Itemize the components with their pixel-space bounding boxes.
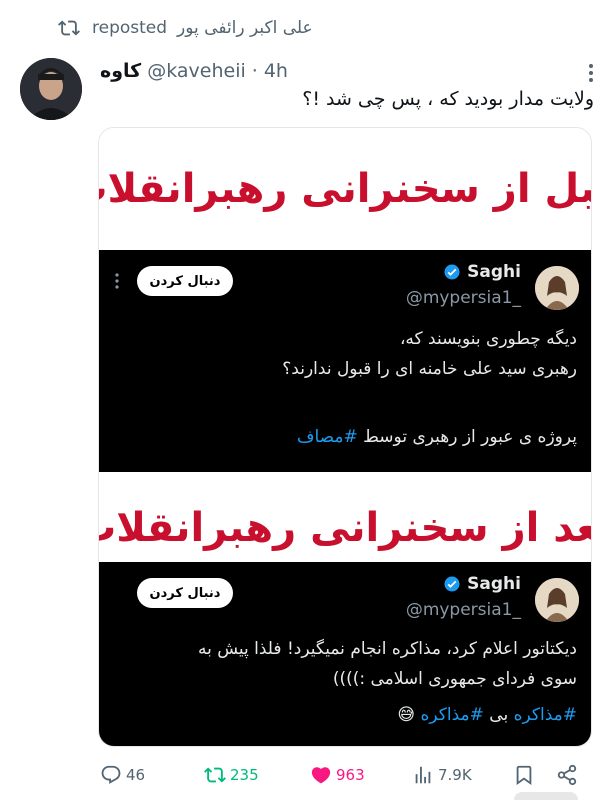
like-count: 963 xyxy=(336,766,365,784)
verified-icon xyxy=(444,264,460,280)
banner-before-text: قبل از سخنرانی رهبرانقلاب xyxy=(99,166,592,212)
repost-button[interactable]: 235 xyxy=(204,764,259,786)
separator: · xyxy=(251,60,258,82)
avatar[interactable] xyxy=(20,58,82,120)
banner-after-text: بعد از سخنرانی رهبرانقلاب xyxy=(98,505,592,551)
views-icon xyxy=(415,766,431,784)
action-bar: 46 235 963 7.9K xyxy=(100,760,586,790)
tweet-text: ولایت مدار بودید که ، پس چی شد !؟ xyxy=(302,88,594,110)
embedded-hashtag-line: #مذاکره بی #مذاکره 😅 xyxy=(397,705,577,725)
embedded-tweet-2: Saghi @mypersia1_ دنبال کردن دیکتاتور اع… xyxy=(99,562,591,746)
repost-label: reposted xyxy=(92,18,168,38)
tweet-media[interactable]: قبل از سخنرانی رهبرانقلاب Saghi @mypersi… xyxy=(98,127,592,747)
scroll-to-top-button[interactable] xyxy=(514,792,578,800)
follow-button: دنبال کردن xyxy=(137,578,233,608)
timestamp[interactable]: 4h xyxy=(264,60,288,82)
embedded-name: Saghi xyxy=(443,574,521,594)
embedded-hashtag-line: پروژه ی عبور از رهبری توسط #مصاف xyxy=(296,427,577,447)
share-button[interactable] xyxy=(556,764,578,786)
reply-count: 46 xyxy=(126,766,146,784)
verified-icon xyxy=(444,576,460,592)
avatar-image xyxy=(20,58,82,120)
embedded-tweet-1: Saghi @mypersia1_ دنبال کردن دیگه چطوری … xyxy=(99,250,591,472)
bookmark-icon xyxy=(516,765,532,786)
bookmark-button[interactable] xyxy=(513,764,535,786)
repost-count: 235 xyxy=(230,766,259,784)
like-button[interactable]: 963 xyxy=(310,764,365,786)
repost-icon xyxy=(204,767,226,783)
banner-before: قبل از سخنرانی رهبرانقلاب xyxy=(99,128,591,250)
reposter-name[interactable]: علی اکبر رائفی پور xyxy=(177,18,313,38)
reply-icon xyxy=(101,765,121,784)
like-icon xyxy=(311,767,331,784)
share-icon xyxy=(557,764,577,786)
embedded-avatar xyxy=(535,266,579,310)
reply-button[interactable]: 46 xyxy=(100,764,145,786)
repost-context[interactable]: reposted علی اکبر رائفی پور xyxy=(56,14,313,42)
embedded-text: دیگه چطوری بنویسند که، رهبری سید علی خام… xyxy=(282,329,577,379)
repost-icon xyxy=(58,20,80,36)
author-handle[interactable]: @kaveheii xyxy=(147,60,246,82)
embedded-handle: @mypersia1_ xyxy=(405,600,521,620)
follow-button: دنبال کردن xyxy=(137,266,233,296)
embedded-avatar xyxy=(535,578,579,622)
views-button[interactable]: 7.9K xyxy=(412,764,472,786)
embedded-name: Saghi xyxy=(443,262,521,282)
tweet-header: کاوه @kaveheii · 4h xyxy=(100,58,288,84)
more-icon[interactable] xyxy=(584,62,598,84)
embedded-handle: @mypersia1_ xyxy=(405,288,521,308)
author-name[interactable]: کاوه xyxy=(100,60,141,82)
views-count: 7.9K xyxy=(438,766,472,784)
embedded-text: دیکتاتور اعلام کرد، مذاکره انجام نمیگیرد… xyxy=(197,639,577,689)
more-icon xyxy=(115,273,119,289)
